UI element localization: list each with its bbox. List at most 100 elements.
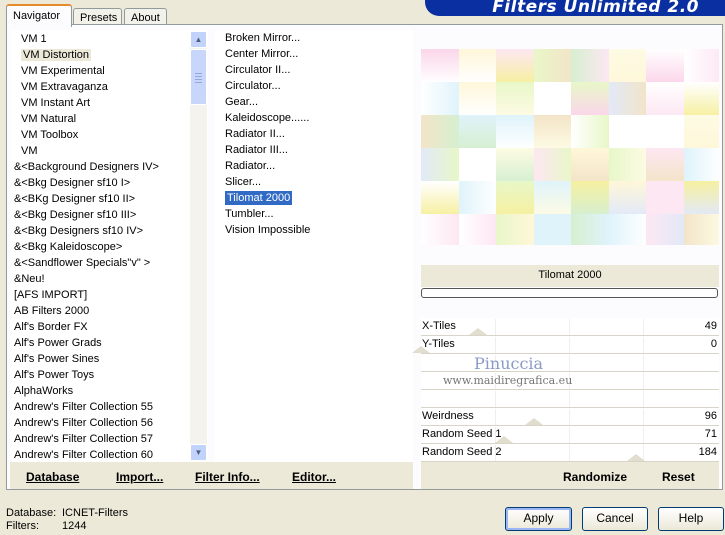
- category-item[interactable]: &<BKg Designer sf10 II>: [11, 191, 207, 207]
- slider-thumb[interactable]: [525, 418, 543, 425]
- category-item[interactable]: Alf's Power Toys: [11, 367, 207, 383]
- category-item[interactable]: &<Bkg Designers sf10 IV>: [11, 223, 207, 239]
- category-item[interactable]: Andrew's Filter Collection 55: [11, 399, 207, 415]
- param-value: 71: [704, 428, 717, 440]
- category-item[interactable]: VM Experimental: [11, 63, 207, 79]
- filter-item[interactable]: Circulator...: [215, 78, 413, 94]
- category-item[interactable]: VM: [11, 143, 207, 159]
- filter-item[interactable]: Tilomat 2000: [215, 190, 413, 206]
- slider-thumb[interactable]: [627, 454, 645, 461]
- import-button[interactable]: Import...: [116, 470, 163, 484]
- apply-button[interactable]: Apply: [505, 507, 572, 531]
- editor-button[interactable]: Editor...: [292, 470, 336, 484]
- category-label: Andrew's Filter Collection 60: [14, 449, 154, 461]
- param-row[interactable]: Random Seed 2 184: [421, 444, 719, 462]
- preview-tile: [683, 49, 719, 83]
- category-item[interactable]: VM 1: [11, 31, 207, 47]
- slider-thumb[interactable]: [469, 328, 487, 335]
- category-label: Alf's Power Sines: [14, 353, 100, 365]
- category-item[interactable]: AB Filters 2000: [11, 303, 207, 319]
- category-label: &<Bkg Designer sf10 III>: [14, 209, 137, 221]
- filter-item[interactable]: Slicer...: [215, 174, 413, 190]
- cancel-button[interactable]: Cancel: [582, 507, 648, 531]
- category-label: &Neu!: [14, 273, 45, 285]
- status-info: Database: ICNET-Filters Filters: 1244: [6, 507, 128, 533]
- preview-tile: [683, 148, 719, 182]
- scroll-thumb[interactable]: [190, 49, 207, 105]
- watermark-name: Pinuccia: [474, 354, 544, 373]
- category-item[interactable]: Andrew's Filter Collection 60: [11, 447, 207, 461]
- filter-item[interactable]: Circulator II...: [215, 62, 413, 78]
- category-item[interactable]: Alf's Border FX: [11, 319, 207, 335]
- reset-button[interactable]: Reset: [662, 470, 695, 484]
- param-row[interactable]: Random Seed 1 71: [421, 426, 719, 444]
- category-item[interactable]: VM Extravaganza: [11, 79, 207, 95]
- filter-item[interactable]: Radiator...: [215, 158, 413, 174]
- slider-divider: [643, 409, 644, 425]
- filter-item[interactable]: Radiator II...: [215, 126, 413, 142]
- category-item[interactable]: &<Background Designers IV>: [11, 159, 207, 175]
- randomize-button[interactable]: Randomize: [563, 470, 627, 484]
- preview-tile: [571, 214, 609, 245]
- category-item[interactable]: Andrew's Filter Collection 57: [11, 431, 207, 447]
- category-item[interactable]: VM Instant Art: [11, 95, 207, 111]
- preview-tile: [646, 181, 684, 215]
- param-value: 49: [704, 320, 717, 332]
- category-list[interactable]: VM 1 VM Distortion VM Experimental VM Extra…: [10, 30, 208, 462]
- filter-item[interactable]: Tumbler...: [215, 206, 413, 222]
- filter-item[interactable]: Gear...: [215, 94, 413, 110]
- preview-tile: [683, 82, 719, 116]
- filter-item[interactable]: Radiator III...: [215, 142, 413, 158]
- filter-label: Circulator...: [225, 80, 281, 92]
- preview-tile: [496, 148, 534, 182]
- app-title-banner: Filters Unlimited 2.0: [425, 0, 725, 16]
- filter-item[interactable]: Kaleidoscope......: [215, 110, 413, 126]
- param-row-empty[interactable]: [421, 354, 719, 372]
- filter-label: Tilomat 2000: [225, 191, 293, 205]
- filter-info-button[interactable]: Filter Info...: [195, 470, 260, 484]
- filter-item[interactable]: Broken Mirror...: [215, 30, 413, 46]
- param-row[interactable]: Y-Tiles 0: [412, 336, 719, 354]
- parameter-sliders: X-Tiles 49 Y-Tiles 0 Weirdness 96 Random Seed …: [412, 318, 719, 466]
- slider-divider: [643, 355, 644, 371]
- tab-navigator[interactable]: Navigator: [6, 4, 72, 27]
- param-row[interactable]: Weirdness 96: [421, 408, 719, 426]
- category-item[interactable]: Andrew's Filter Collection 56: [11, 415, 207, 431]
- category-item[interactable]: AlphaWorks: [11, 383, 207, 399]
- category-item[interactable]: VM Natural: [11, 111, 207, 127]
- category-item[interactable]: &<Bkg Kaleidoscope>: [11, 239, 207, 255]
- category-item[interactable]: &<Bkg Designer sf10 I>: [11, 175, 207, 191]
- preview-tile: [533, 49, 572, 83]
- database-button[interactable]: Database: [26, 470, 79, 484]
- preview-tile: [608, 115, 647, 149]
- category-item[interactable]: Alf's Power Sines: [11, 351, 207, 367]
- category-label: AB Filters 2000: [14, 305, 90, 317]
- preview-tile: [458, 214, 497, 245]
- slider-divider: [569, 409, 570, 425]
- filter-label: Center Mirror...: [225, 48, 299, 60]
- filter-list[interactable]: Broken Mirror... Center Mirror... Circulat…: [215, 30, 413, 462]
- category-item[interactable]: &Neu!: [11, 271, 207, 287]
- slider-divider: [495, 409, 496, 425]
- category-item[interactable]: [AFS IMPORT]: [11, 287, 207, 303]
- category-scrollbar[interactable]: ▲ ▼: [190, 31, 207, 461]
- category-item[interactable]: Alf's Power Grads: [11, 335, 207, 351]
- help-button[interactable]: Help: [658, 507, 724, 531]
- category-label: Alf's Border FX: [14, 321, 88, 333]
- param-value: 184: [698, 446, 717, 458]
- param-row[interactable]: X-Tiles 49: [421, 318, 719, 336]
- filter-item[interactable]: Vision Impossible: [215, 222, 413, 238]
- scroll-down-arrow-icon[interactable]: ▼: [190, 444, 207, 461]
- category-item[interactable]: &<Bkg Designer sf10 III>: [11, 207, 207, 223]
- category-item[interactable]: VM Toolbox: [11, 127, 207, 143]
- scroll-up-arrow-icon[interactable]: ▲: [190, 31, 207, 48]
- preview-tile: [608, 214, 647, 245]
- preview-tile: [458, 148, 497, 182]
- preview-tile: [421, 49, 459, 83]
- param-row-empty[interactable]: [421, 390, 719, 408]
- category-item[interactable]: VM Distortion: [11, 47, 207, 63]
- category-label: Andrew's Filter Collection 56: [14, 417, 154, 429]
- category-label: &<Bkg Designer sf10 I>: [14, 177, 131, 189]
- category-item[interactable]: &<Sandflower Specials"v" >: [11, 255, 207, 271]
- filter-item[interactable]: Center Mirror...: [215, 46, 413, 62]
